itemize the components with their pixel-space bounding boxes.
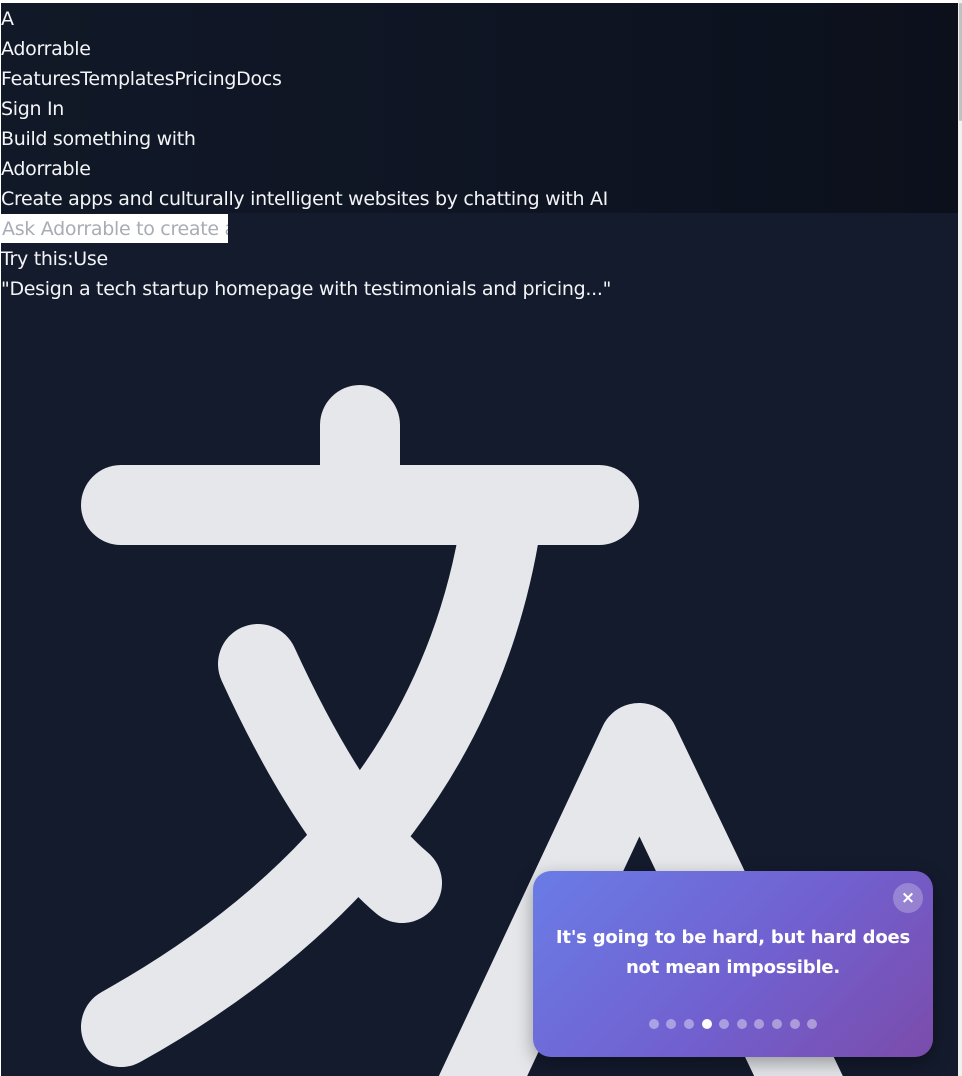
carousel-dot[interactable]	[789, 1019, 800, 1029]
carousel-dot[interactable]	[719, 1019, 730, 1029]
app-page: A Adorrable FeaturesTemplatesPricingDocs…	[1, 3, 958, 1076]
toast-quote-text: It's going to be hard, but hard does not…	[555, 927, 911, 978]
scrollbar[interactable]	[958, 0, 962, 1076]
carousel-dot[interactable]	[666, 1019, 677, 1029]
nav-link-docs[interactable]: Docs	[236, 68, 282, 90]
logo-mark[interactable]: A	[1, 4, 14, 34]
sign-in-button[interactable]: Sign In	[1, 94, 64, 124]
brand-name[interactable]: Adorrable	[1, 34, 91, 64]
quote-toast: × It's going to be hard, but hard does n…	[533, 871, 933, 1057]
try-this-label: Try this:	[1, 248, 74, 270]
carousel-dot[interactable]	[701, 1019, 712, 1029]
hero-title-line2: Adorrable	[1, 158, 91, 180]
main-nav: FeaturesTemplatesPricingDocs	[1, 64, 282, 94]
suggestion-text[interactable]: "Design a tech startup homepage with tes…	[1, 274, 611, 304]
hero-title-line1: Build something with	[1, 128, 196, 150]
carousel-dot[interactable]	[771, 1019, 782, 1029]
carousel-dot[interactable]	[648, 1019, 659, 1029]
nav-link-templates[interactable]: Templates	[80, 68, 174, 90]
hero-subtitle: Create apps and culturally intelligent w…	[1, 188, 608, 210]
carousel-dot[interactable]	[736, 1019, 747, 1029]
header-band	[1, 3, 958, 213]
prompt-input[interactable]	[1, 214, 228, 243]
carousel-dots	[533, 1019, 933, 1029]
close-icon[interactable]: ×	[893, 883, 923, 913]
carousel-dot[interactable]	[684, 1019, 695, 1029]
nav-link-pricing[interactable]: Pricing	[174, 68, 236, 90]
carousel-dot[interactable]	[754, 1019, 765, 1029]
nav-link-features[interactable]: Features	[1, 68, 81, 90]
use-suggestion-button[interactable]: Use	[73, 248, 108, 270]
suggestion-row: Try this:Use	[1, 244, 108, 274]
carousel-dot[interactable]	[807, 1019, 818, 1029]
